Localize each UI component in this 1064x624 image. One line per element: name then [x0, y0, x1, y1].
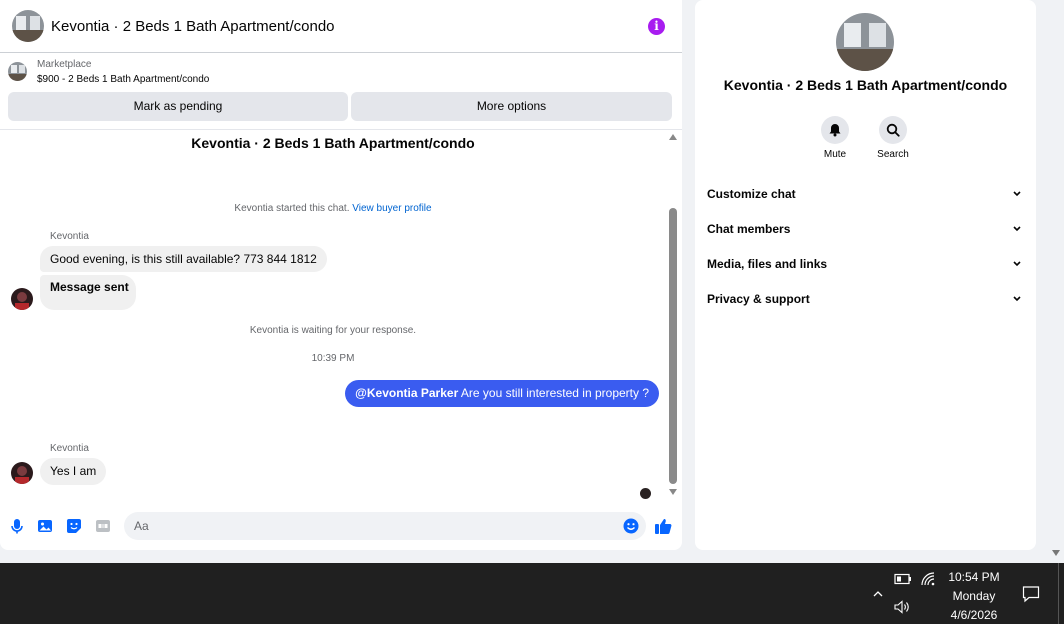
image-icon[interactable] — [37, 518, 53, 534]
info-icon[interactable]: i — [648, 18, 665, 35]
search-label: Search — [877, 149, 909, 160]
system-clock[interactable]: 10:54 PM Monday 4/6/2026 — [940, 568, 1008, 624]
chevron-down-icon — [1013, 226, 1021, 232]
chevron-down-icon — [1013, 191, 1021, 197]
section-chat-members[interactable]: Chat members — [707, 217, 1025, 241]
more-options-button[interactable]: More options — [351, 92, 672, 121]
chat-panel: Kevontia · 2 Beds 1 Bath Apartment/condo… — [0, 0, 682, 550]
section-label: Chat members — [707, 222, 791, 236]
conversation-info-panel: Kevontia · 2 Beds 1 Bath Apartment/condo… — [695, 0, 1036, 550]
read-receipt-avatar — [640, 488, 651, 499]
clock-day: Monday — [952, 589, 996, 603]
section-label: Privacy & support — [707, 292, 810, 306]
mute-button-circle — [821, 116, 849, 144]
section-label: Customize chat — [707, 187, 796, 201]
section-privacy-support[interactable]: Privacy & support — [707, 287, 1025, 311]
search-button-circle — [879, 116, 907, 144]
notification-icon[interactable] — [1022, 585, 1040, 603]
windows-taskbar: 10:54 PM Monday 4/6/2026 — [0, 563, 1064, 624]
chat-started-notice: Kevontia started this chat. View buyer p… — [0, 203, 666, 214]
sender-avatar[interactable] — [11, 462, 33, 484]
emoji-icon[interactable] — [623, 518, 639, 534]
listing-summary[interactable]: $900 - 2 Beds 1 Bath Apartment/condo — [37, 74, 209, 85]
chevron-down-icon — [1013, 296, 1021, 302]
conversation-header-title: Kevontia · 2 Beds 1 Bath Apartment/condo — [51, 18, 335, 35]
show-hidden-icons-icon[interactable] — [872, 588, 884, 600]
section-customize-chat[interactable]: Customize chat — [707, 182, 1025, 206]
divider — [0, 129, 682, 130]
clock-date: 4/6/2026 — [950, 608, 998, 622]
section-media-files-links[interactable]: Media, files and links — [707, 252, 1025, 276]
chevron-down-icon — [1013, 261, 1021, 267]
incoming-message[interactable]: Yes I am — [40, 458, 107, 485]
message-input[interactable] — [124, 512, 646, 540]
sticker-icon[interactable] — [66, 518, 82, 534]
incoming-message[interactable]: Good evening, is this still available? 7… — [40, 246, 327, 272]
section-label: Media, files and links — [707, 257, 828, 271]
mute-button[interactable]: Mute — [810, 116, 860, 160]
listing-thumbnail[interactable] — [8, 62, 27, 81]
scroll-up-arrow-icon[interactable] — [669, 134, 677, 140]
mention[interactable]: @Kevontia Parker — [355, 386, 458, 400]
sender-avatar[interactable] — [11, 288, 33, 310]
message-composer — [0, 506, 682, 550]
chat-header: Kevontia · 2 Beds 1 Bath Apartment/condo… — [0, 0, 682, 53]
gif-icon[interactable] — [95, 518, 111, 534]
microphone-icon[interactable] — [9, 518, 25, 534]
listing-avatar-large[interactable] — [836, 13, 894, 71]
sender-name: Kevontia — [50, 231, 89, 242]
battery-icon[interactable] — [894, 573, 912, 585]
clock-time: 10:54 PM — [948, 570, 1000, 584]
waiting-notice: Kevontia is waiting for your response. — [249, 325, 417, 336]
volume-icon[interactable] — [893, 599, 911, 615]
sender-name: Kevontia — [50, 443, 89, 454]
mark-as-pending-button[interactable]: Mark as pending — [8, 92, 348, 121]
bell-icon — [829, 124, 841, 137]
page-scroll-down-arrow-icon[interactable] — [1052, 550, 1060, 556]
marketplace-label: Marketplace — [37, 59, 92, 70]
search-button[interactable]: Search — [868, 116, 918, 160]
message-list: Kevontia · 2 Beds 1 Bath Apartment/condo… — [0, 131, 666, 506]
view-buyer-profile-link[interactable]: View buyer profile — [352, 203, 431, 214]
search-icon — [886, 123, 900, 137]
message-timestamp: 10:39 PM — [311, 353, 355, 364]
wifi-icon[interactable] — [920, 571, 936, 587]
thumbs-up-icon[interactable] — [654, 517, 672, 535]
conversation-title: Kevontia · 2 Beds 1 Bath Apartment/condo — [191, 135, 475, 151]
info-panel-name: Kevontia · 2 Beds 1 Bath Apartment/condo — [723, 77, 1008, 93]
outgoing-message-text: Are you still interested in property ? — [458, 386, 649, 400]
mute-label: Mute — [823, 149, 847, 160]
incoming-message[interactable]: Message sent — [40, 275, 136, 310]
scrollbar-thumb[interactable] — [669, 208, 677, 484]
listing-avatar[interactable] — [12, 10, 44, 42]
show-desktop-edge[interactable] — [1058, 563, 1059, 624]
chat-started-text: Kevontia started this chat. — [234, 203, 350, 214]
message-scrollbar[interactable] — [666, 131, 682, 499]
scroll-down-arrow-icon[interactable] — [669, 489, 677, 495]
outgoing-message[interactable]: @Kevontia Parker Are you still intereste… — [345, 380, 659, 407]
